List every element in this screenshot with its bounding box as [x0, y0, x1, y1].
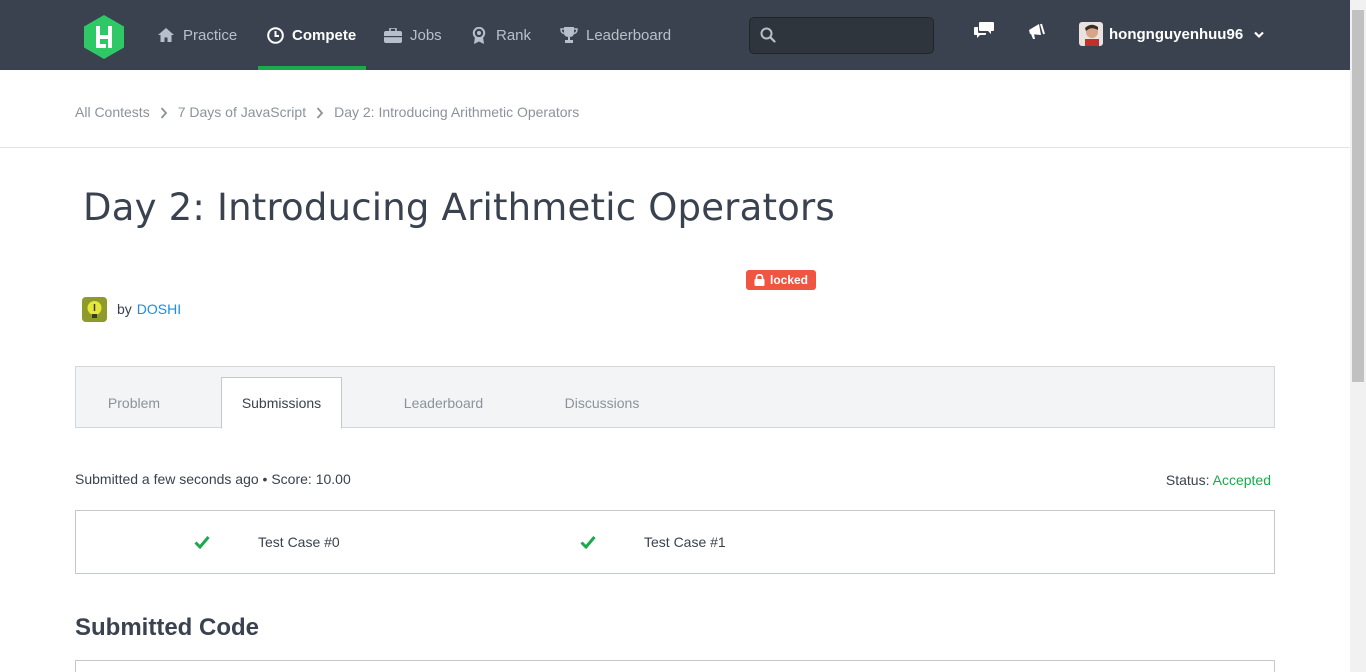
locked-badge: locked — [746, 270, 817, 290]
search-box[interactable] — [749, 17, 934, 54]
tab-submissions[interactable]: Submissions — [221, 377, 342, 429]
test-case[interactable]: Test Case #0 — [194, 511, 340, 573]
author-info: by DOSHI — [82, 296, 181, 322]
author-link[interactable]: DOSHI — [137, 301, 181, 317]
breadcrumb-challenge[interactable]: Day 2: Introducing Arithmetic Operators — [334, 104, 579, 120]
home-icon — [157, 26, 175, 44]
check-icon — [194, 535, 210, 550]
search-icon — [760, 27, 776, 43]
challenge-tabs: Problem Submissions Leaderboard Discussi… — [75, 366, 1275, 429]
user-menu[interactable]: hongnguyenhuu96 — [1079, 20, 1265, 48]
medal-icon — [470, 26, 488, 44]
code-editor — [75, 660, 1275, 672]
test-case[interactable]: Test Case #1 — [580, 511, 726, 573]
test-cases-panel: Test Case #0 Test Case #1 — [75, 510, 1275, 574]
chevron-right-icon — [316, 106, 324, 119]
chevron-right-icon — [160, 106, 168, 119]
breadcrumb-all-contests[interactable]: All Contests — [75, 104, 150, 120]
nav-rank-label: Rank — [496, 26, 532, 44]
breadcrumb-bar: All Contests 7 Days of JavaScript Day 2:… — [0, 70, 1350, 148]
page-scrollbar[interactable] — [1350, 0, 1366, 672]
username: hongnguyenhuu96 — [1109, 25, 1244, 43]
tab-discussions[interactable]: Discussions — [546, 377, 658, 428]
nav-leaderboard[interactable]: Leaderboard — [560, 0, 671, 70]
test-case-label: Test Case #1 — [644, 534, 726, 550]
nav-jobs-label: Jobs — [410, 26, 442, 44]
check-icon — [580, 535, 596, 550]
nav-leaderboard-label: Leaderboard — [586, 26, 672, 44]
messages-icon[interactable] — [974, 22, 996, 44]
nav-practice-label: Practice — [183, 26, 238, 44]
page-title: Day 2: Introducing Arithmetic Operators — [83, 186, 835, 229]
announcement-icon[interactable] — [1027, 22, 1049, 44]
nav-practice[interactable]: Practice — [157, 0, 237, 70]
test-case-label: Test Case #0 — [258, 534, 340, 550]
nav-compete[interactable]: Compete — [257, 0, 367, 70]
nav-rank[interactable]: Rank — [470, 0, 531, 70]
scrollbar-thumb[interactable] — [1352, 10, 1364, 382]
hackerrank-logo-icon[interactable] — [83, 14, 125, 60]
submitted-code-heading: Submitted Code — [75, 614, 259, 641]
author-by-label: by — [117, 301, 132, 317]
submission-status: Status: Accepted — [1166, 472, 1271, 488]
nav-jobs[interactable]: Jobs — [384, 0, 442, 70]
locked-label: locked — [770, 273, 809, 287]
briefcase-icon — [384, 26, 402, 44]
status-label: Status: — [1165, 472, 1210, 488]
top-navbar: Practice Compete Jobs Rank Leaderboard h… — [0, 0, 1350, 70]
status-value: Accepted — [1212, 472, 1271, 488]
search-input[interactable] — [782, 24, 927, 48]
lock-icon — [754, 273, 765, 286]
breadcrumb: All Contests 7 Days of JavaScript Day 2:… — [75, 104, 579, 120]
tab-leaderboard[interactable]: Leaderboard — [386, 377, 501, 428]
submission-summary: Submitted a few seconds ago • Score: 10.… — [75, 471, 351, 487]
tab-problem[interactable]: Problem — [76, 377, 192, 428]
trophy-icon — [560, 26, 578, 44]
breadcrumb-contest[interactable]: 7 Days of JavaScript — [178, 104, 306, 120]
chevron-down-icon — [1253, 28, 1265, 40]
author-avatar — [82, 296, 107, 322]
clock-icon — [266, 26, 284, 44]
nav-compete-label: Compete — [292, 26, 357, 44]
user-avatar — [1079, 22, 1103, 46]
